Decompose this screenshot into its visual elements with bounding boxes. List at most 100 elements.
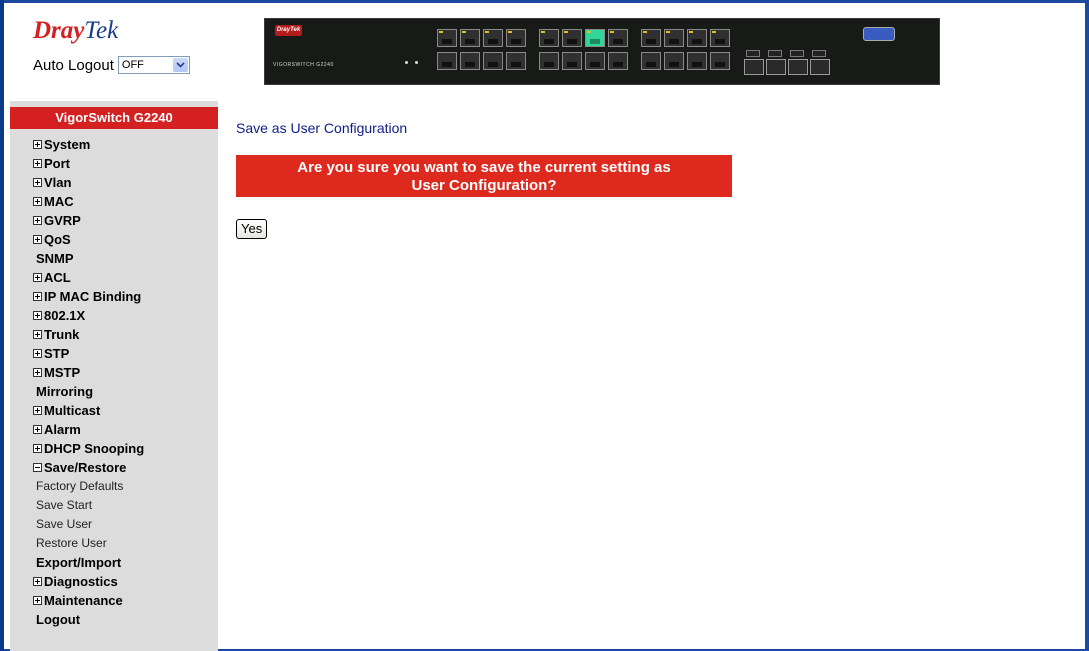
- auto-logout-label: Auto Logout: [33, 56, 114, 74]
- sidebar-subitem-restore-user[interactable]: Restore User: [33, 534, 144, 553]
- port-icon: [539, 29, 559, 47]
- sidebar-item-mac[interactable]: MAC: [33, 192, 144, 211]
- port-icon: [506, 52, 526, 70]
- port-icon: [664, 29, 684, 47]
- sidebar-item-label: Vlan: [44, 175, 72, 190]
- logo-secondary: Tek: [84, 17, 119, 44]
- port-group-2: [539, 29, 628, 77]
- sfp-label-icon: [768, 50, 782, 57]
- confirmation-text-line1: Are you sure you want to save the curren…: [297, 159, 671, 176]
- sidebar-item-label: Maintenance: [44, 593, 123, 608]
- port-icon: [641, 52, 661, 70]
- port-icon: [483, 52, 503, 70]
- sidebar-item-mirroring[interactable]: Mirroring: [33, 382, 144, 401]
- sidebar-title: VigorSwitch G2240: [10, 107, 218, 129]
- plus-box-icon[interactable]: [33, 349, 42, 358]
- plus-box-icon[interactable]: [33, 425, 42, 434]
- auto-logout-select[interactable]: OFF: [117, 56, 190, 74]
- sidebar-item-label: Diagnostics: [44, 574, 118, 589]
- sidebar-item-maintenance[interactable]: Maintenance: [33, 591, 144, 610]
- sfp-port-icon: [788, 59, 808, 75]
- port-icon: [562, 29, 582, 47]
- plus-box-icon[interactable]: [33, 406, 42, 415]
- sidebar-item-gvrp[interactable]: GVRP: [33, 211, 144, 230]
- sidebar-item-label: STP: [44, 346, 70, 361]
- port-icon: [460, 29, 480, 47]
- port-icon: [562, 52, 582, 70]
- plus-box-icon[interactable]: [33, 216, 42, 225]
- switch-front-panel-image: DrayTek VIGORSWITCH G2240: [264, 18, 940, 85]
- window-frame-left: [0, 0, 4, 651]
- plus-box-icon[interactable]: [33, 368, 42, 377]
- plus-box-icon[interactable]: [33, 311, 42, 320]
- plus-box-icon[interactable]: [33, 273, 42, 282]
- sidebar-subitem-factory-defaults[interactable]: Factory Defaults: [33, 477, 144, 496]
- plus-box-icon[interactable]: [33, 140, 42, 149]
- sidebar-item-dhcp-snooping[interactable]: DHCP Snooping: [33, 439, 144, 458]
- sfp-label-icon: [790, 50, 804, 57]
- auto-logout: Auto Logout OFF: [33, 54, 190, 76]
- sidebar-item-stp[interactable]: STP: [33, 344, 144, 363]
- sidebar-item-label: SNMP: [36, 251, 74, 266]
- confirmation-banner: Are you sure you want to save the curren…: [236, 155, 732, 197]
- plus-box-icon[interactable]: [33, 159, 42, 168]
- plus-box-icon[interactable]: [33, 178, 42, 187]
- plus-box-icon[interactable]: [33, 292, 42, 301]
- sidebar-item-8021x[interactable]: 802.1X: [33, 306, 144, 325]
- sidebar-subitem-save-start[interactable]: Save Start: [33, 496, 144, 515]
- port-icon: [687, 52, 707, 70]
- sidebar-item-ip-mac-binding[interactable]: IP MAC Binding: [33, 287, 144, 306]
- sidebar-item-label: MAC: [44, 194, 74, 209]
- sidebar-item-export-import[interactable]: Export/Import: [33, 553, 144, 572]
- sidebar-item-label: Mirroring: [36, 384, 94, 399]
- window-frame-right: [1085, 0, 1089, 651]
- sidebar-item-label: Trunk: [44, 327, 80, 342]
- sidebar-item-multicast[interactable]: Multicast: [33, 401, 144, 420]
- draytek-logo: DrayTek: [33, 18, 118, 43]
- sidebar-item-diagnostics[interactable]: Diagnostics: [33, 572, 144, 591]
- plus-box-icon[interactable]: [33, 596, 42, 605]
- sidebar-item-label: IP MAC Binding: [44, 289, 142, 304]
- port-icon: [608, 29, 628, 47]
- logo-primary: Dray: [33, 17, 85, 44]
- sidebar-item-qos[interactable]: QoS: [33, 230, 144, 249]
- sidebar-item-label: MSTP: [44, 365, 81, 380]
- port-icon: [608, 52, 628, 70]
- window-frame-top: [4, 0, 1089, 3]
- plus-box-icon[interactable]: [33, 577, 42, 586]
- confirmation-text-line2: User Configuration?: [411, 177, 557, 194]
- sidebar-item-trunk[interactable]: Trunk: [33, 325, 144, 344]
- sidebar-item-label: QoS: [44, 232, 71, 247]
- sidebar-item-label: Multicast: [44, 403, 101, 418]
- sidebar-item-system[interactable]: System: [33, 135, 144, 154]
- auto-logout-value: OFF: [121, 59, 144, 71]
- sidebar-item-save-restore[interactable]: Save/Restore: [33, 458, 144, 477]
- sidebar-item-mstp[interactable]: MSTP: [33, 363, 144, 382]
- sidebar-item-label: ACL: [44, 270, 71, 285]
- sfp-label-icon: [746, 50, 760, 57]
- sidebar-item-label: Export/Import: [36, 555, 122, 570]
- plus-box-icon[interactable]: [33, 330, 42, 339]
- plus-box-icon[interactable]: [33, 444, 42, 453]
- sidebar-item-acl[interactable]: ACL: [33, 268, 144, 287]
- sidebar-item-alarm[interactable]: Alarm: [33, 420, 144, 439]
- sidebar-item-snmp[interactable]: SNMP: [33, 249, 144, 268]
- plus-box-icon[interactable]: [33, 197, 42, 206]
- sidebar-menu: System Port Vlan MAC GVRP QoS SNMP ACL I…: [33, 135, 144, 629]
- sidebar-item-label: 802.1X: [44, 308, 86, 323]
- sfp-label-icon: [812, 50, 826, 57]
- minus-box-icon[interactable]: [33, 463, 42, 472]
- sidebar-item-label: DHCP Snooping: [44, 441, 145, 456]
- yes-button[interactable]: Yes: [236, 219, 268, 239]
- chevron-down-icon[interactable]: [172, 58, 188, 72]
- port-icon: [539, 52, 559, 70]
- sidebar-item-port[interactable]: Port: [33, 154, 144, 173]
- port-icon: [506, 29, 526, 47]
- sidebar-subitem-save-user[interactable]: Save User: [33, 515, 144, 534]
- sidebar-item-logout[interactable]: Logout: [33, 610, 144, 629]
- port-icon: [687, 29, 707, 47]
- switch-status-lights: [403, 57, 429, 67]
- plus-box-icon[interactable]: [33, 235, 42, 244]
- port-icon: [437, 29, 457, 47]
- sidebar-item-vlan[interactable]: Vlan: [33, 173, 144, 192]
